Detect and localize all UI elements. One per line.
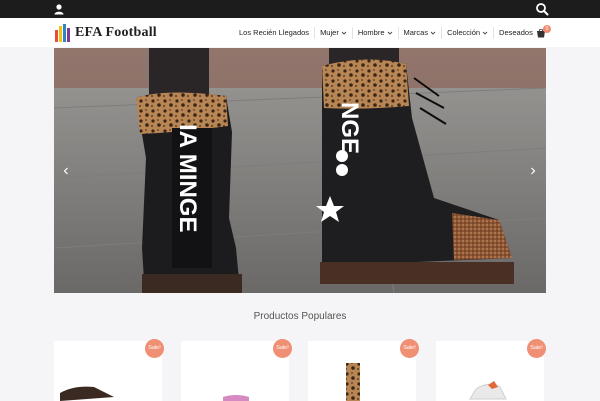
user-icon[interactable]	[53, 3, 65, 15]
nav-item-label: Los Recién Llegados	[239, 28, 310, 37]
section-title: Productos Populares	[253, 311, 347, 322]
cart-count-badge: 0	[543, 25, 551, 33]
hero-image: IA MINGE NGE	[54, 48, 546, 293]
top-bar	[0, 0, 600, 18]
sale-badge: Sale!	[145, 339, 164, 358]
brand-name: EFA Football	[75, 25, 157, 40]
chevron-right-icon[interactable]	[529, 166, 537, 176]
brand-logo[interactable]: EFA Football	[55, 22, 157, 44]
chevron-down-icon	[341, 31, 347, 35]
sale-badge: Sale!	[273, 339, 292, 358]
sale-badge: Sale!	[400, 339, 419, 358]
boot-left-text: IA MINGE	[174, 124, 201, 232]
nav-item-deseados[interactable]: Deseados	[494, 18, 538, 47]
hero-slider: IA MINGE NGE	[54, 48, 546, 293]
chevron-down-icon	[430, 31, 436, 35]
logo-mark-icon	[55, 24, 71, 42]
search-icon[interactable]	[535, 2, 549, 16]
chevron-down-icon	[387, 31, 392, 35]
nav-item-label: Colección	[447, 28, 481, 37]
nav-item-label: Marcas	[403, 28, 429, 37]
sale-badge: Sale!	[527, 339, 546, 358]
nav-item-new-arrivals[interactable]: Los Recién Llegados	[234, 18, 314, 47]
nav-item-label: Hombre	[357, 28, 385, 37]
boot-right-text: NGE	[336, 102, 363, 154]
nav-item-label: Deseados	[499, 28, 533, 37]
nav-item-coleccion[interactable]: Colección	[442, 18, 493, 47]
chevron-down-icon	[482, 31, 488, 35]
nav-item-marcas[interactable]: Marcas	[399, 18, 442, 47]
main-nav: Los Recién Llegados Mujer Hombre Marcas …	[234, 18, 538, 47]
chevron-left-icon[interactable]	[62, 166, 70, 176]
site-header: EFA Football Los Recién Llegados Mujer H…	[0, 18, 600, 47]
nav-item-label: Mujer	[320, 28, 339, 37]
nav-item-mujer[interactable]: Mujer	[315, 18, 352, 47]
nav-item-hombre[interactable]: Hombre	[353, 18, 398, 47]
